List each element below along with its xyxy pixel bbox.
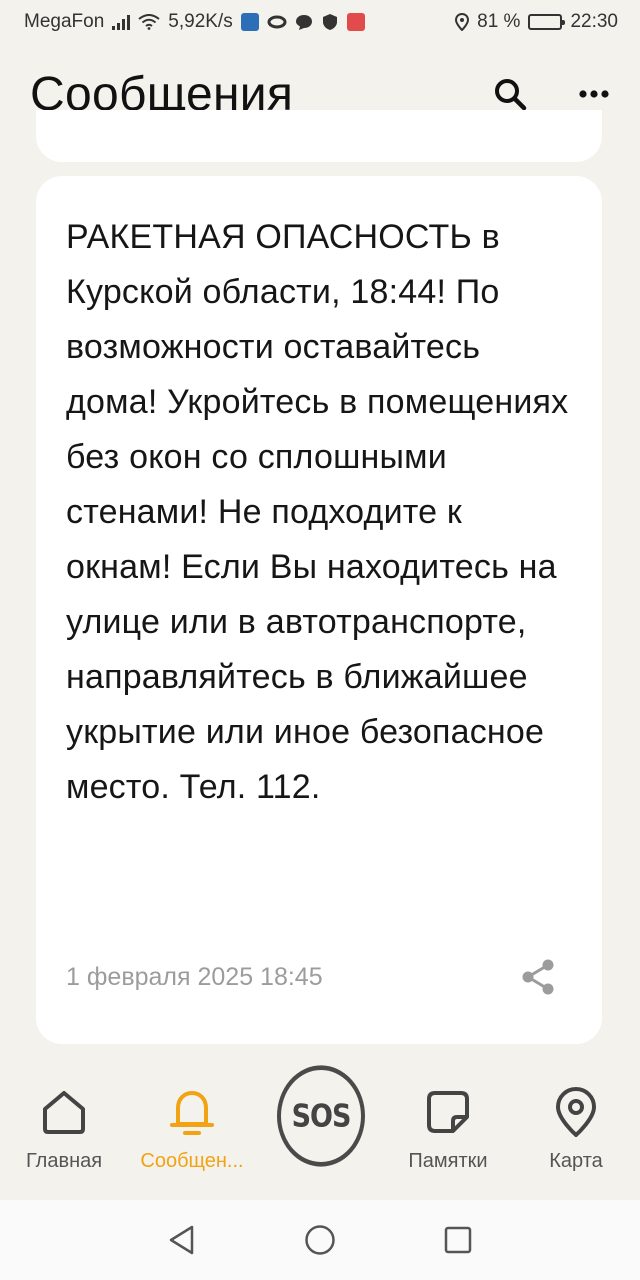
- home-circle-icon: [305, 1225, 335, 1255]
- carrier-name: MegaFon: [24, 11, 105, 32]
- battery-icon: [528, 14, 566, 30]
- signal-icon: [112, 14, 131, 30]
- nav-label-map: Карта: [549, 1150, 603, 1172]
- bottom-navigation: Главная Сообщен... SOS Памятки Карта: [0, 1062, 640, 1200]
- status-bar: MegaFon 5,92K/s 81 % 22:30: [0, 0, 640, 44]
- wifi-icon: [138, 14, 160, 30]
- message-text: РАКЕТНАЯ ОПАСНОСТЬ в Курской области, 18…: [66, 218, 569, 806]
- net-speed: 5,92K/s: [168, 11, 233, 32]
- red-app-icon: [346, 13, 365, 31]
- message-date: 1 февраля 2025 18:45: [66, 962, 323, 991]
- status-bar-right: 81 % 22:30: [455, 11, 618, 33]
- system-navigation-bar: [0, 1200, 640, 1280]
- status-bar-left: MegaFon 5,92K/s: [24, 11, 365, 33]
- ring-app-icon: [267, 15, 287, 29]
- search-button[interactable]: [490, 74, 530, 114]
- location-icon: [455, 13, 470, 31]
- recents-square-icon: [444, 1226, 472, 1254]
- nav-item-messages[interactable]: Сообщен...: [128, 1086, 256, 1173]
- shield-app-icon: [322, 14, 337, 30]
- clock: 22:30: [570, 11, 618, 32]
- nav-item-home[interactable]: Главная: [0, 1086, 128, 1173]
- snowflake-app-icon: [240, 13, 259, 31]
- home-system-button[interactable]: [303, 1223, 337, 1257]
- back-button[interactable]: [165, 1223, 199, 1257]
- bell-icon: [170, 1091, 214, 1135]
- note-icon: [427, 1091, 469, 1133]
- share-icon[interactable]: [520, 958, 556, 996]
- message-footer: 1 февраля 2025 18:45: [66, 958, 556, 996]
- nav-label-home: Главная: [25, 1150, 103, 1172]
- battery-percent: 81 %: [477, 11, 521, 32]
- home-icon: [43, 1091, 85, 1134]
- previous-message-card[interactable]: [36, 110, 602, 162]
- more-icon: [579, 90, 609, 98]
- search-icon: [495, 79, 527, 111]
- chat-app-icon: [295, 15, 312, 30]
- message-card[interactable]: РАКЕТНАЯ ОПАСНОСТЬ в Курской области, 18…: [36, 176, 602, 1044]
- nav-label-messages: Сообщен...: [140, 1150, 244, 1172]
- sos-button[interactable]: SOS: [277, 1065, 365, 1167]
- map-pin-icon: [556, 1087, 596, 1137]
- recents-button[interactable]: [441, 1223, 475, 1257]
- sos-label: SOS: [291, 1098, 352, 1134]
- more-button[interactable]: [574, 74, 614, 114]
- back-triangle-icon: [169, 1225, 194, 1255]
- nav-item-memos[interactable]: Памятки: [384, 1086, 512, 1173]
- header-actions: [490, 74, 614, 114]
- nav-label-memos: Памятки: [408, 1150, 488, 1172]
- nav-item-map[interactable]: Карта: [512, 1086, 640, 1173]
